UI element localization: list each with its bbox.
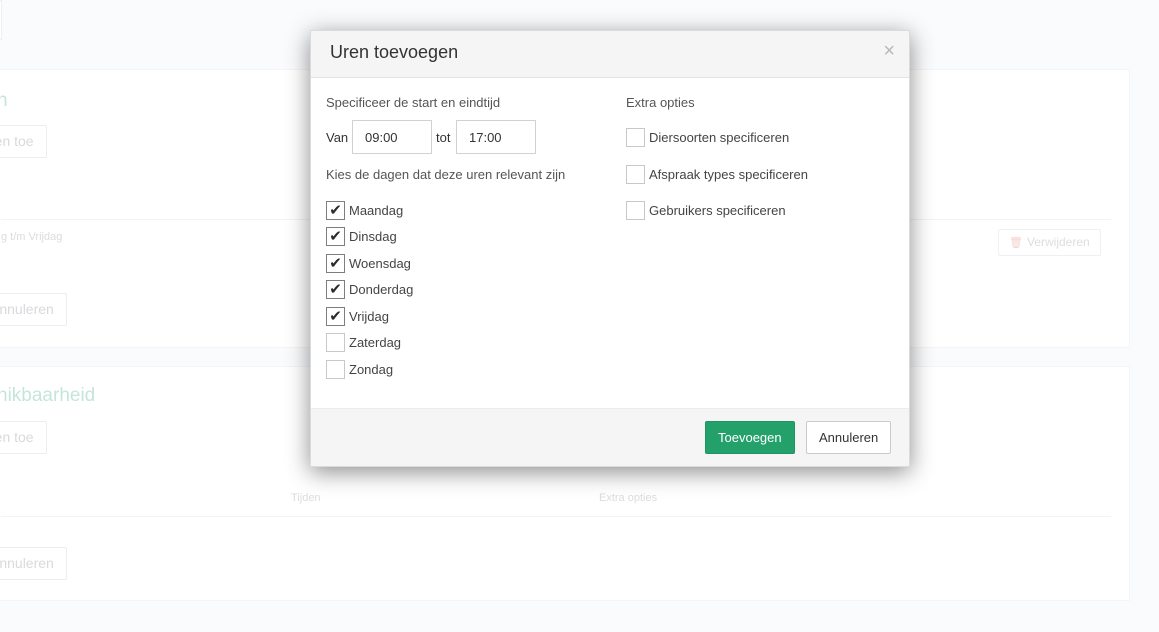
to-label: tot — [436, 130, 451, 145]
checkbox-checked[interactable]: ✔ — [326, 306, 345, 326]
checkbox-unchecked[interactable] — [626, 164, 645, 184]
extra-options-label: Extra opties — [626, 95, 695, 110]
checkmark-icon: ✔ — [329, 201, 342, 219]
days-label: Kies de dagen dat deze uren relevant zij… — [326, 167, 566, 182]
add-hours-modal: Uren toevoegen × Specificeer de start en… — [310, 30, 910, 467]
modal-title: Uren toevoegen — [330, 42, 459, 62]
checkmark-icon: ✔ — [329, 280, 342, 298]
checkbox-unchecked[interactable] — [626, 200, 645, 220]
checkbox-label: Zaterdag — [349, 334, 402, 350]
checkbox-checked[interactable]: ✔ — [326, 226, 345, 246]
modal-footer: Toevoegen Annuleren — [311, 408, 909, 466]
day-option-vrijdag[interactable]: ✔ Vrijdag — [326, 306, 389, 326]
checkbox-checked[interactable]: ✔ — [326, 200, 345, 220]
extra-option-1[interactable]: Afspraak types specificeren — [626, 164, 808, 184]
day-option-donderdag[interactable]: ✔ Donderdag — [326, 279, 413, 299]
checkbox-unchecked[interactable] — [626, 127, 645, 147]
modal-header: Uren toevoegen × — [311, 31, 909, 78]
checkbox-label: Gebruikers specificeren — [649, 202, 786, 218]
checkbox-unchecked[interactable] — [326, 359, 345, 379]
checkbox-label: Vrijdag — [349, 308, 389, 324]
checkbox-label: Afspraak types specificeren — [649, 166, 808, 182]
day-option-dinsdag[interactable]: ✔ Dinsdag — [326, 226, 397, 246]
checkbox-checked[interactable]: ✔ — [326, 253, 345, 273]
extra-option-2[interactable]: Gebruikers specificeren — [626, 200, 786, 220]
from-label: Van — [326, 130, 349, 145]
close-icon[interactable]: × — [883, 41, 895, 61]
checkbox-label: Woensdag — [349, 255, 411, 271]
checkbox-unchecked[interactable] — [326, 332, 345, 352]
checkbox-label: Diersoorten specificeren — [649, 129, 790, 145]
add-button[interactable]: Toevoegen — [705, 421, 795, 454]
end-time-input[interactable] — [456, 120, 536, 154]
checkbox-label: Donderdag — [349, 281, 414, 297]
checkmark-icon: ✔ — [329, 254, 342, 272]
modal-body: Specificeer de start en eindtijd Van tot… — [311, 78, 909, 409]
checkbox-label: Zondag — [349, 361, 394, 377]
checkmark-icon: ✔ — [329, 227, 342, 245]
day-option-maandag[interactable]: ✔ Maandag — [326, 200, 403, 220]
checkbox-label: Maandag — [349, 202, 404, 218]
start-time-input[interactable] — [352, 120, 432, 154]
checkmark-icon: ✔ — [329, 307, 342, 325]
day-option-zaterdag[interactable]: Zaterdag — [326, 332, 401, 352]
time-section-label: Specificeer de start en eindtijd — [326, 95, 501, 110]
extra-option-0[interactable]: Diersoorten specificeren — [626, 127, 789, 147]
checkbox-checked[interactable]: ✔ — [326, 279, 345, 299]
checkbox-label: Dinsdag — [349, 228, 397, 244]
cancel-button[interactable]: Annuleren — [806, 421, 892, 454]
day-option-zondag[interactable]: Zondag — [326, 359, 393, 379]
day-option-woensdag[interactable]: ✔ Woensdag — [326, 253, 411, 273]
